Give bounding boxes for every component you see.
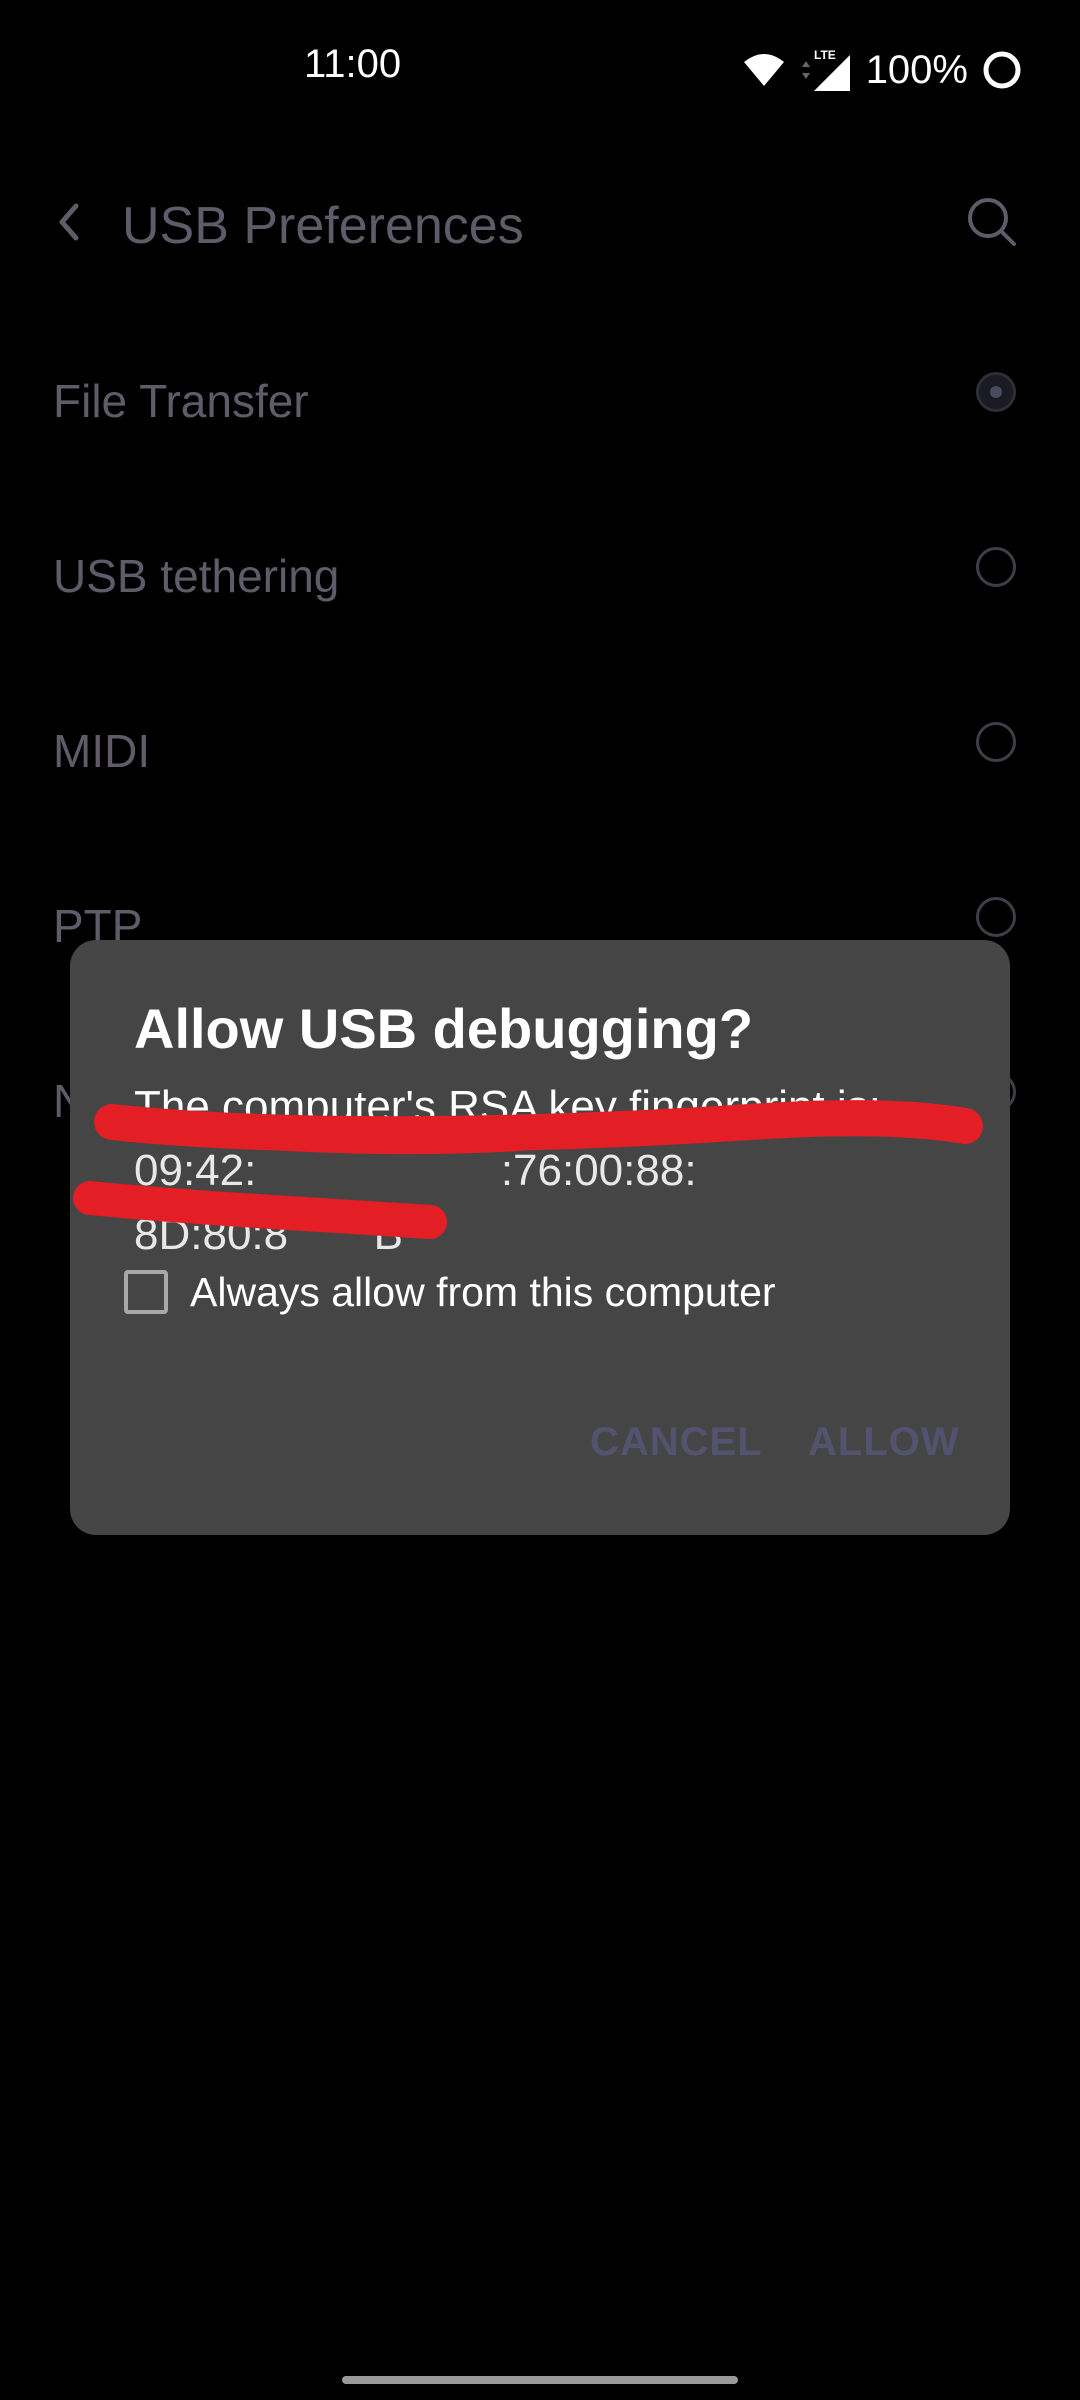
usb-debugging-dialog: Allow USB debugging? The computer's RSA … — [70, 940, 1010, 1535]
battery-percent: 100% — [865, 47, 968, 92]
always-allow-checkbox[interactable] — [124, 1270, 168, 1314]
allow-button[interactable]: ALLOW — [808, 1420, 960, 1465]
rsa-fingerprint-line-1: 09:42: :76:00:88: — [134, 1146, 697, 1195]
dialog-title: Allow USB debugging? — [134, 997, 754, 1060]
option-midi[interactable]: MIDI — [0, 696, 1080, 806]
usb-preferences-screen: 11:00 LTE 100% USB Preferences File Tran… — [0, 0, 1080, 2400]
option-usb-tethering[interactable]: USB tethering — [0, 521, 1080, 631]
radio-unselected[interactable] — [976, 897, 1016, 937]
dialog-message-text: The computer's RSA key fingerprint is: — [134, 1082, 881, 1131]
lte-label: LTE — [814, 48, 836, 62]
option-file-transfer[interactable]: File Transfer — [0, 346, 1080, 456]
option-label: USB tethering — [53, 550, 340, 602]
radio-unselected[interactable] — [976, 547, 1016, 587]
battery-icon — [982, 50, 1022, 90]
wifi-icon — [742, 52, 786, 88]
option-label: MIDI — [53, 725, 151, 777]
lte-signal-icon: LTE — [800, 47, 852, 93]
always-allow-row[interactable]: Always allow from this computer — [124, 1262, 776, 1322]
cancel-button[interactable]: CANCEL — [590, 1420, 763, 1465]
home-indicator[interactable] — [342, 2376, 738, 2384]
option-label: File Transfer — [53, 375, 309, 427]
rsa-fingerprint-line-2: 8D:80:8 B — [134, 1210, 404, 1259]
radio-selected[interactable] — [976, 372, 1016, 412]
status-time: 11:00 — [304, 42, 402, 86]
always-allow-label: Always allow from this computer — [190, 1268, 776, 1315]
radio-unselected[interactable] — [976, 722, 1016, 762]
status-icons: LTE 100% — [742, 40, 1022, 100]
search-icon[interactable] — [962, 192, 1022, 252]
page-title: USB Preferences — [122, 197, 524, 255]
dialog-message: The computer's RSA key fingerprint is: 0… — [134, 1075, 974, 1267]
back-chevron-icon[interactable] — [48, 192, 92, 252]
